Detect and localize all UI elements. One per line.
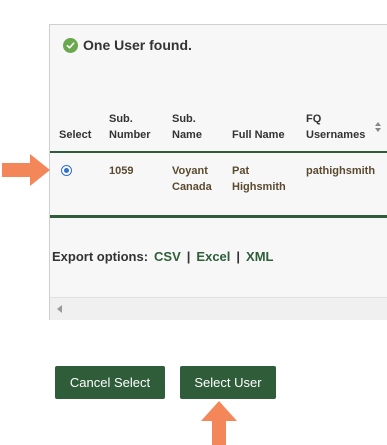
export-csv-link[interactable]: CSV [154,249,181,264]
sort-icon[interactable] [374,121,382,133]
export-separator: | [186,249,191,264]
cell-sub-number: 1059 [109,165,134,177]
cancel-select-button[interactable]: Cancel Select [55,366,165,399]
scroll-left-arrow-icon[interactable] [57,305,62,313]
column-header-full-name[interactable]: Full Name [232,127,285,143]
pointer-arrow-up-icon [201,401,237,445]
export-separator: | [236,249,241,264]
column-header-select[interactable]: Select [59,127,91,143]
status-text: One User found. [83,37,192,53]
column-header-sub-name[interactable]: Sub. Name [172,111,202,143]
table-bottom-divider [50,215,387,218]
check-circle-icon [63,37,78,53]
table-row[interactable]: 1059 Voyant Canada Pat Highsmith pathigh… [50,154,387,216]
pointer-arrow-right-icon [2,154,50,186]
export-excel-link[interactable]: Excel [196,249,230,264]
export-xml-link[interactable]: XML [246,249,273,264]
column-header-fq-usernames[interactable]: FQ Usernames [306,111,365,143]
export-label: Export options: [52,249,149,264]
row-select-radio[interactable] [61,165,72,176]
status-message: One User found. [63,37,192,53]
cell-fq-username: pathighsmith [306,165,376,177]
export-options: Export options: CSV | Excel | XML [52,249,274,264]
table-header-divider [50,151,387,153]
cell-full-name: Pat Highsmith [232,165,286,193]
cell-sub-name: Voyant Canada [172,165,212,193]
column-header-sub-number[interactable]: Sub. Number [109,111,151,143]
select-user-button[interactable]: Select User [180,366,276,399]
horizontal-scrollbar[interactable] [50,297,387,320]
user-search-results-panel: One User found. Select Sub. Number Sub. … [49,24,387,320]
